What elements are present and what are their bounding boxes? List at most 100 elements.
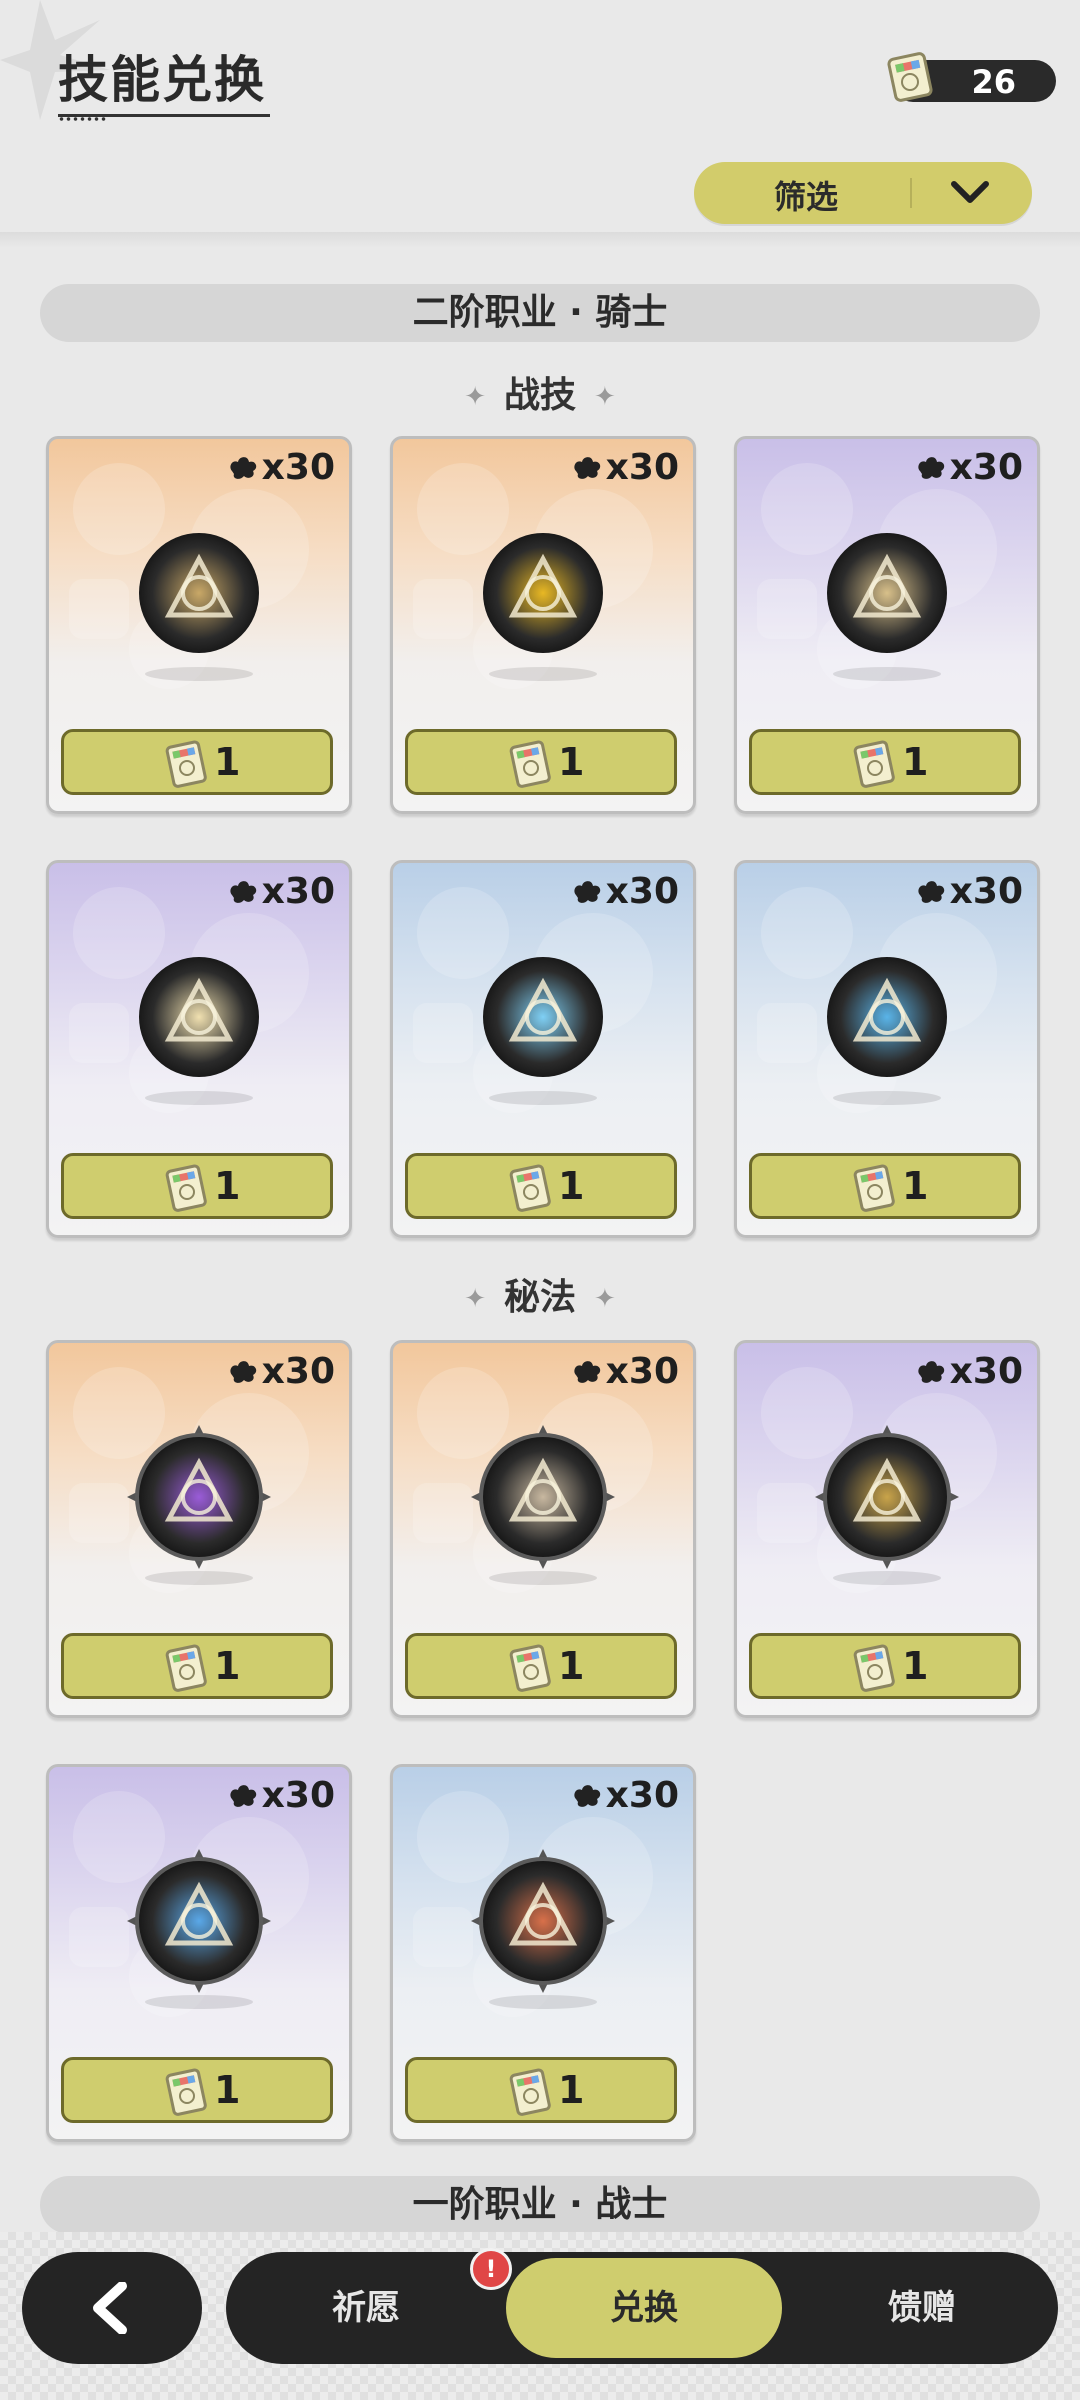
exchange-button[interactable]: 1 [61,1633,333,1699]
skill-count-value: x30 [261,447,335,488]
exchange-button[interactable]: 1 [405,729,677,795]
skill-ticket-icon [165,740,207,788]
star-slash-skill-icon [827,533,947,653]
back-button[interactable] [22,2252,202,2364]
exchange-cost: 1 [214,1644,241,1688]
skill-ticket-icon [853,1164,895,1212]
exchange-button[interactable]: 1 [405,1633,677,1699]
orb-shadow [145,1091,253,1105]
fragment-icon [918,881,944,903]
golden-spear-skill-icon [815,1425,959,1569]
group-title-label: 战技 [503,375,576,416]
orb-shadow [833,1571,941,1585]
group-title-label: 秘法 [503,1277,576,1318]
skill-count: x30 [570,871,679,912]
group-title-arcane: ✦ 秘法 ✦ [0,1268,1080,1320]
exchange-button[interactable]: 1 [61,729,333,795]
fragment-icon [574,1785,600,1807]
exchange-cost: 1 [558,2068,585,2112]
sparkle-icon: ✦ [594,382,616,412]
exchange-button[interactable]: 1 [749,1633,1021,1699]
skill-count: x30 [570,1775,679,1816]
chevron-down-icon [951,181,989,203]
skill-card[interactable]: x30 1 [390,1764,696,2142]
exchange-cost: 1 [902,1644,929,1688]
title-dots [58,116,108,122]
skill-ticket-icon [165,2068,207,2116]
skill-count-value: x30 [261,1775,335,1816]
light-burst-skill-icon [139,957,259,1077]
orb-shadow [489,1995,597,2009]
fragment-icon [230,1785,256,1807]
section-header-knight: 二阶职业 · 骑士 [40,284,1040,342]
skill-card[interactable]: x30 1 [734,1340,1040,1718]
skill-card[interactable]: x30 1 [46,1340,352,1718]
skill-ticket-icon [887,52,933,102]
skill-count-value: x30 [261,1351,335,1392]
fragment-icon [230,881,256,903]
orb-shadow [489,1571,597,1585]
fragment-icon [574,881,600,903]
skill-count: x30 [914,871,1023,912]
skill-count-value: x30 [605,1775,679,1816]
skill-count: x30 [226,1351,335,1392]
tab-exchange[interactable]: 兑换 [506,2258,782,2358]
skill-card[interactable]: x30 1 [46,1764,352,2142]
exchange-button[interactable]: 1 [405,2057,677,2123]
skill-ticket-icon [853,1644,895,1692]
sparkle-icon: ✦ [594,1284,616,1314]
exchange-button[interactable]: 1 [405,1153,677,1219]
skill-card[interactable]: x30 1 [734,860,1040,1238]
page-header: 技能兑换 [58,40,270,122]
exchange-cost: 1 [214,1164,241,1208]
red-shield-skill-icon [471,1849,615,1993]
skill-count: x30 [914,447,1023,488]
fragment-icon [230,457,256,479]
skill-count-value: x30 [949,447,1023,488]
skill-ticket-icon [509,740,551,788]
skill-card[interactable]: x30 1 [390,860,696,1238]
currency-counter: 26 [887,52,1056,102]
orb-shadow [489,1091,597,1105]
skill-card[interactable]: x30 1 [734,436,1040,814]
fragment-icon [918,457,944,479]
sparkle-icon: ✦ [464,382,486,412]
skill-ticket-icon [165,1644,207,1692]
skill-count: x30 [570,447,679,488]
skill-count: x30 [226,1775,335,1816]
sparkle-icon: ✦ [464,1284,486,1314]
tab-gift[interactable]: 馈赠 [822,2252,1022,2364]
currency-value: 26 [971,63,1016,101]
skill-ticket-icon [509,2068,551,2116]
orb-shadow [145,667,253,681]
skill-card[interactable]: x30 1 [46,436,352,814]
exchange-cost: 1 [214,740,241,784]
orb-shadow [145,1995,253,2009]
skill-card[interactable]: x30 1 [390,436,696,814]
shield-sword-skill-icon [139,533,259,653]
skill-card[interactable]: x30 1 [390,1340,696,1718]
filter-divider [910,178,912,208]
fragment-icon [574,457,600,479]
orb-shadow [833,667,941,681]
skill-card[interactable]: x30 1 [46,860,352,1238]
skill-ticket-icon [165,1164,207,1212]
skill-ticket-icon [509,1644,551,1692]
skill-count-value: x30 [949,1351,1023,1392]
fragment-icon [230,1361,256,1383]
orb-shadow [145,1571,253,1585]
skill-count-value: x30 [605,1351,679,1392]
exchange-button[interactable]: 1 [61,1153,333,1219]
filter-dropdown[interactable]: 筛选 [694,162,1032,224]
exchange-cost: 1 [558,1164,585,1208]
tab-wish[interactable]: 祈愿 [266,2252,466,2364]
exchange-button[interactable]: 1 [749,729,1021,795]
exchange-button[interactable]: 1 [749,1153,1021,1219]
exchange-cost: 1 [558,740,585,784]
skill-count-value: x30 [949,871,1023,912]
skill-count-value: x30 [605,871,679,912]
orb-shadow [489,667,597,681]
group-title-skills: ✦ 战技 ✦ [0,366,1080,418]
exchange-button[interactable]: 1 [61,2057,333,2123]
exchange-cost: 1 [902,740,929,784]
